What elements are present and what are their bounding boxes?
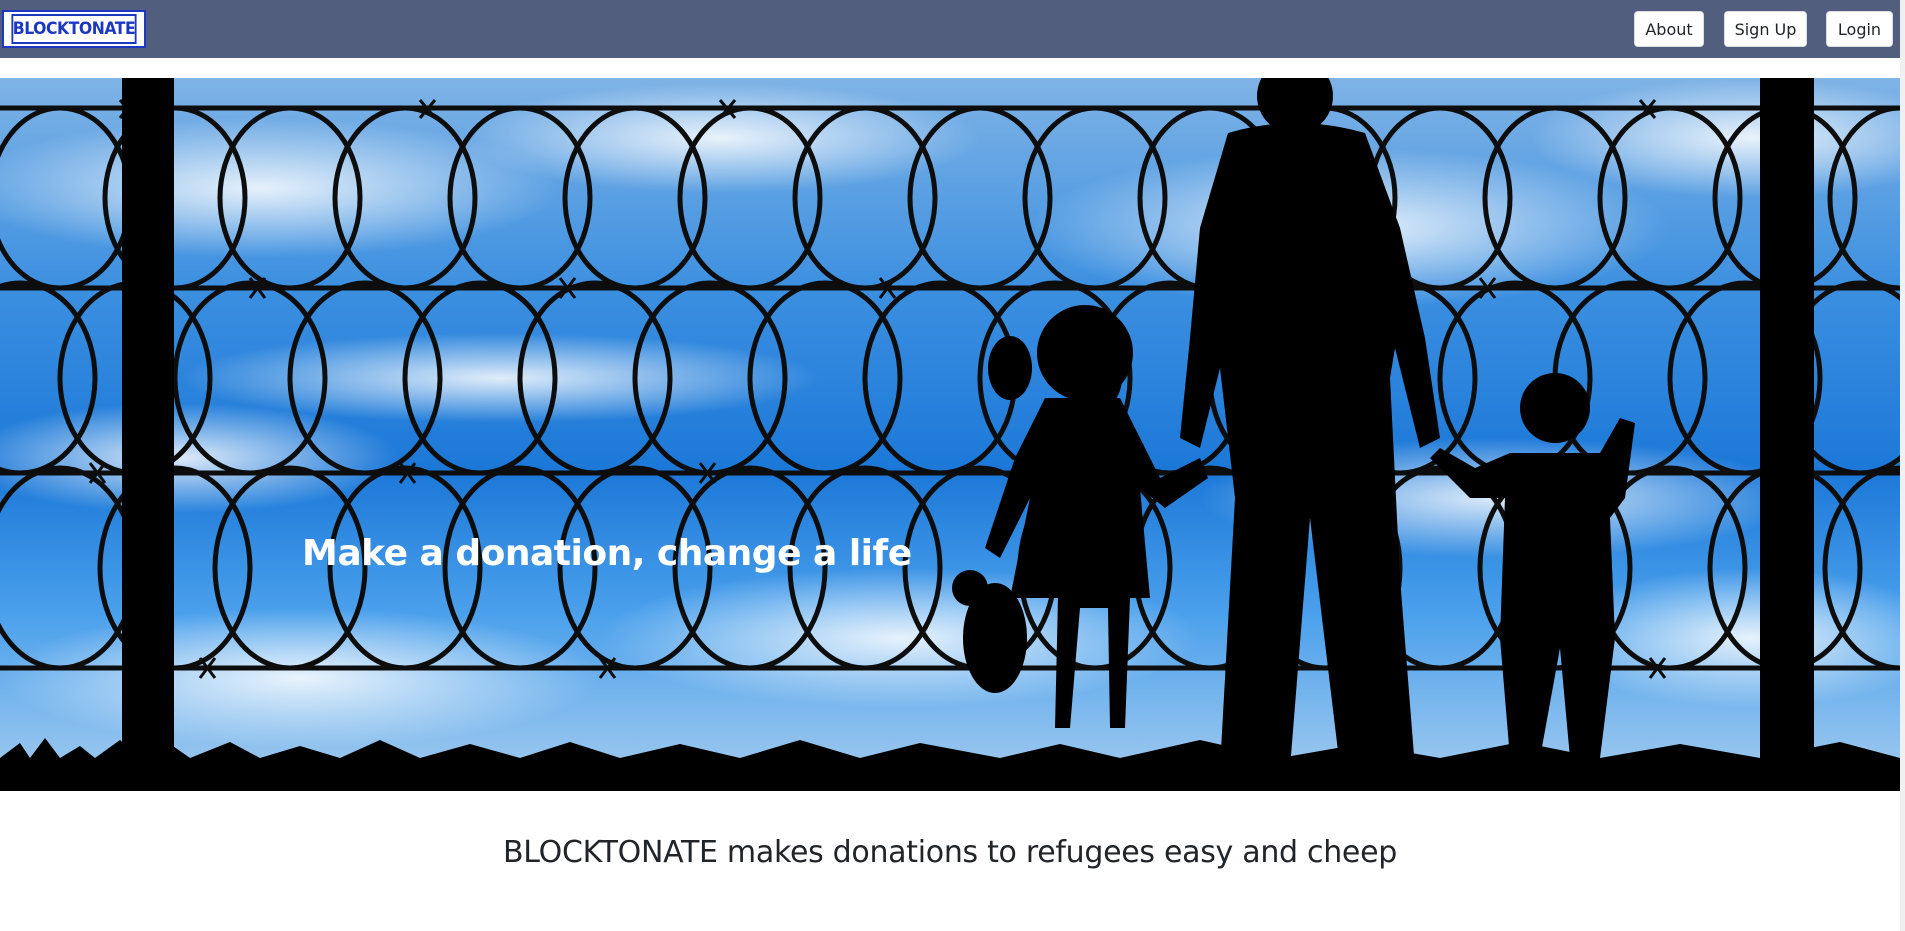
tagline: BLOCKTONATE makes donations to refugees … bbox=[503, 835, 1397, 870]
brand-logo[interactable]: BLOCKTONATE bbox=[2, 10, 146, 48]
login-button[interactable]: Login bbox=[1826, 11, 1893, 47]
hero-headline: Make a donation, change a life bbox=[302, 533, 912, 574]
scrollbar[interactable] bbox=[1900, 0, 1905, 931]
about-button[interactable]: About bbox=[1634, 11, 1704, 47]
hero-banner: Make a donation, change a life bbox=[0, 78, 1900, 791]
brand-logo-text: BLOCKTONATE bbox=[11, 14, 137, 44]
hero-image bbox=[0, 78, 1900, 791]
navbar: BLOCKTONATE About Sign Up Login bbox=[0, 0, 1905, 58]
sign-up-button[interactable]: Sign Up bbox=[1724, 11, 1807, 47]
